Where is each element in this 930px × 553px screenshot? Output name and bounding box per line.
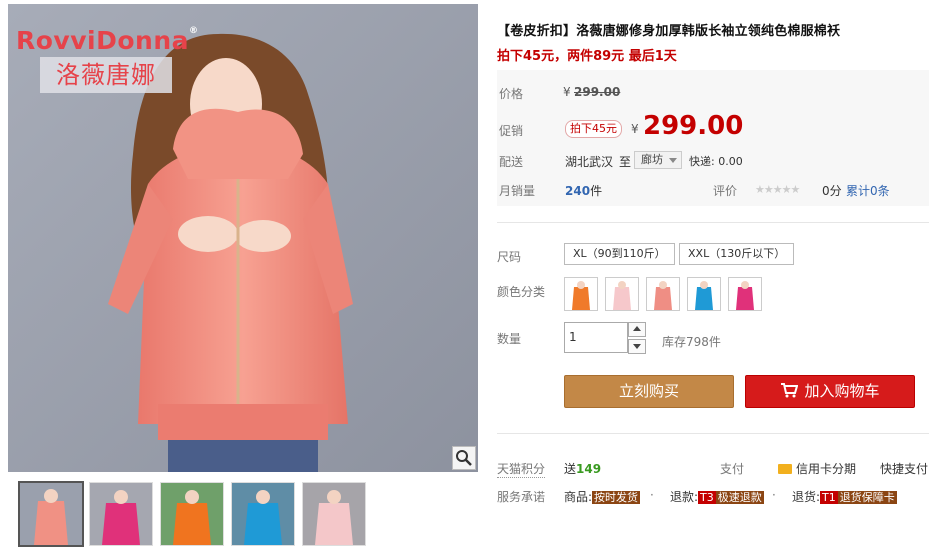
color-swatch-magenta[interactable] [728,277,762,311]
quantity-input[interactable]: 1 [564,322,628,353]
quantity-increase-button[interactable] [628,322,646,337]
promise-return: 退货: T1 退货保障卡 [792,488,897,505]
separator-dot: · [772,488,776,502]
shipping-label: 配送 [499,155,524,169]
size-option-xl[interactable]: XL（90到110斤） [564,243,675,265]
promise-refund-label: 退款: [670,490,699,504]
promo-price: 299.00 [643,111,744,141]
shipping-origin: 湖北武汉 [565,155,614,169]
magnifier-icon[interactable] [452,446,476,470]
color-swatch-light-pink[interactable] [605,277,639,311]
quantity-decrease-button[interactable] [628,339,646,354]
rating-stars-icon: ★★★★★ [755,183,800,196]
separator-dot: · [650,488,654,502]
payment-label: 支付 [720,462,745,476]
fast-refund-badge: 极速退款 [715,491,764,504]
thumbnail-blue[interactable] [231,482,295,546]
service-promise-label: 服务承诺 [497,490,546,504]
color-swatch-pink[interactable] [646,277,680,311]
price-panel: 价格 ¥ 299.00 促销 拍下45元 ¥ 299.00 配送 湖北武汉 至 … [497,70,929,206]
sales-value: 240件 [565,182,602,199]
color-swatch-blue[interactable] [687,277,721,311]
points-value: 送149 [564,460,601,477]
destination-select[interactable]: 廊坊 [634,151,682,169]
review-count-link[interactable]: 累计0条 [846,182,890,199]
add-to-cart-button[interactable]: 加入购物车 [745,375,915,408]
destination-value: 廊坊 [641,153,663,166]
add-to-cart-label: 加入购物车 [804,382,880,400]
points-prefix: 送 [564,462,577,476]
chevron-down-icon [669,158,677,163]
return-t1-mark: T1 [820,491,838,504]
shipping-to: 至 [619,155,632,169]
price-label: 价格 [499,87,524,101]
divider [497,433,929,434]
sales-label: 月销量 [499,184,536,198]
credit-card-icon [778,464,792,474]
size-label: 尺码 [497,250,522,264]
sales-unit: 件 [590,184,603,198]
thumbnail-pink[interactable] [18,481,84,547]
thumbnail-orange[interactable] [160,482,224,546]
chevron-down-icon [633,344,641,349]
return-guarantee-badge: 退货保障卡 [837,491,897,504]
currency-symbol: ¥ [563,85,571,99]
tmall-points-label[interactable]: 天猫积分 [497,460,546,478]
promo-tag: 拍下45元 [565,120,622,138]
divider [497,222,929,223]
brand-chinese-name: 洛薇唐娜 [40,57,172,93]
promise-refund: 退款: T3 极速退款 [670,488,764,505]
size-option-xxl[interactable]: XXL（130斤以下） [679,243,795,265]
thumbnail-light-pink[interactable] [302,482,366,546]
credit-installment[interactable]: 信用卡分期 [778,460,856,477]
color-label: 颜色分类 [497,285,546,299]
quantity-label: 数量 [497,332,522,346]
product-title: 【卷皮折扣】洛薇唐娜修身加厚韩版长袖立领纯色棉服棉袄 [497,24,841,39]
rating-label: 评价 [713,184,738,198]
buy-now-button[interactable]: 立刻购买 [564,375,734,408]
credit-installment-label: 信用卡分期 [796,462,857,476]
color-swatch-orange[interactable] [564,277,598,311]
points-number: 149 [576,462,602,476]
original-price: 299.00 [574,85,621,99]
promise-goods-label: 商品: [564,490,593,504]
brand-name: RovviDonna [16,26,189,55]
stock-count: 库存798件 [662,335,721,349]
promo-currency-symbol: ¥ [631,122,639,136]
refund-t3-mark: T3 [698,491,716,504]
chevron-up-icon [633,326,641,331]
express-fee: 快递: 0.00 [689,155,743,168]
rating-score: 0分 [822,184,842,198]
product-main-image[interactable]: RovviDonna® 洛薇唐娜 [8,4,478,472]
express-payment[interactable]: 快捷支付 [880,460,928,477]
sales-count: 240 [565,184,591,198]
promise-goods: 商品: 按时发货 [564,488,641,505]
thumbnail-magenta[interactable] [89,482,153,546]
on-time-delivery-badge: 按时发货 [592,491,641,504]
cart-icon [781,383,799,398]
promise-return-label: 退货: [792,490,821,504]
promo-label: 促销 [499,124,524,138]
brand-logo: RovviDonna® [16,26,198,55]
thumbnail-strip [8,481,478,548]
product-subtitle: 拍下45元，两件89元 最后1天 [497,49,677,64]
brand-registered-mark: ® [188,26,199,36]
